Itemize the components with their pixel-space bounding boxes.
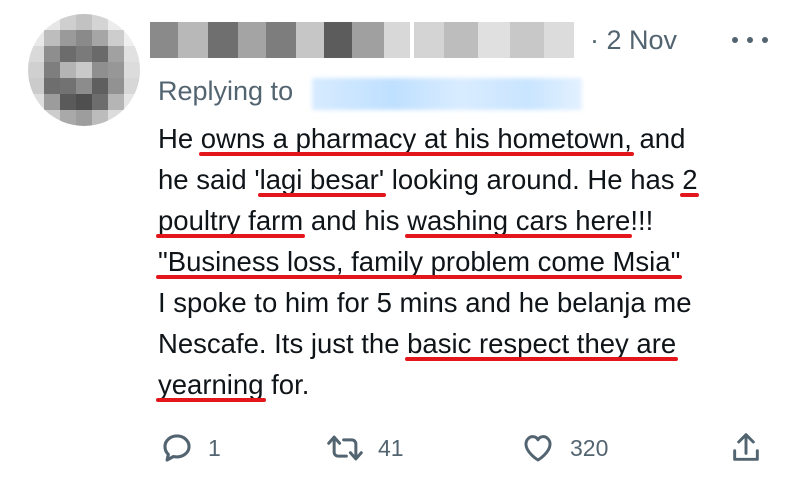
avatar-pixel: [124, 110, 140, 126]
avatar-pixel: [44, 110, 60, 126]
avatar-pixel: [76, 110, 92, 126]
tweet-text-line: yearning for.: [158, 364, 778, 405]
tweet-text-line: poultry farm and his washing cars here!!…: [158, 200, 778, 241]
text-segment: He: [158, 123, 201, 154]
avatar-pixel: [92, 110, 108, 126]
underlined-text: 2: [682, 164, 698, 195]
tweet-text-line: Nescafe. Its just the basic respect they…: [158, 323, 778, 364]
avatar-pixel: [28, 62, 44, 78]
underlined-text: washing cars here: [407, 205, 631, 236]
avatar-pixel: [92, 14, 108, 30]
avatar-pixel: [28, 14, 44, 30]
avatar-pixel: [124, 46, 140, 62]
underlined-text: owns a pharmacy at his hometown,: [200, 123, 632, 154]
replying-to-handle-blurred[interactable]: [312, 78, 582, 110]
display-name-blurred[interactable]: [150, 22, 410, 58]
tweet: · 2 Nov Replying to He owns a pharmacy a…: [0, 0, 800, 492]
avatar-pixel: [76, 94, 92, 110]
underlined-text: yearning: [158, 369, 264, 400]
share-icon: [730, 430, 762, 466]
avatar-pixel: [28, 94, 44, 110]
avatar-pixel: [92, 46, 108, 62]
avatar-pixel: [124, 94, 140, 110]
avatar-pixel: [124, 30, 140, 46]
avatar-pixel: [28, 110, 44, 126]
replying-to-label: Replying to: [158, 76, 294, 106]
reply-icon: [160, 431, 194, 465]
text-segment: Nescafe. Its just the: [158, 328, 408, 359]
text-segment: and his: [303, 205, 408, 236]
text-segment: I spoke to him for 5 mins and he belanja…: [158, 287, 692, 318]
tweet-text-line: I spoke to him for 5 mins and he belanja…: [158, 282, 778, 323]
avatar-pixel: [60, 94, 76, 110]
avatar-pixel: [44, 78, 60, 94]
avatar-pixel: [44, 14, 60, 30]
avatar-pixel: [108, 46, 124, 62]
avatar-pixel: [92, 62, 108, 78]
avatar-pixel: [60, 30, 76, 46]
text-segment: for.: [263, 369, 310, 400]
avatar-pixel: [60, 46, 76, 62]
avatar-pixel: [28, 30, 44, 46]
avatar-pixel: [44, 46, 60, 62]
text-segment: looking around. He has: [384, 164, 683, 195]
reply-count: 1: [208, 434, 221, 461]
handle-blurred[interactable]: [414, 22, 574, 58]
tweet-text-line: "Business loss, family problem come Msia…: [158, 241, 778, 282]
avatar-pixel: [44, 30, 60, 46]
heart-icon: [520, 431, 556, 465]
text-segment: he said ': [158, 164, 260, 195]
avatar-pixel: [108, 30, 124, 46]
avatar[interactable]: [28, 14, 140, 126]
avatar-pixel: [44, 62, 60, 78]
avatar-pixel: [76, 46, 92, 62]
avatar-pixel: [124, 14, 140, 30]
share-button[interactable]: [730, 428, 762, 468]
like-button[interactable]: 320: [520, 428, 608, 468]
avatar-pixel: [76, 78, 92, 94]
tweet-text-line: he said 'lagi besar' looking around. He …: [158, 159, 778, 200]
text-segment: !!!: [630, 205, 654, 236]
avatar-pixel: [92, 94, 108, 110]
reply-button[interactable]: 1: [160, 428, 221, 468]
avatar-pixel: [108, 14, 124, 30]
avatar-pixel: [108, 78, 124, 94]
avatar-pixel: [76, 14, 92, 30]
avatar-pixel: [108, 110, 124, 126]
avatar-pixel: [108, 94, 124, 110]
avatar-pixel: [28, 46, 44, 62]
avatar-pixel: [124, 62, 140, 78]
retweet-count: 41: [378, 434, 404, 461]
underlined-text: "Business loss, family problem come Msia…: [158, 246, 681, 277]
underlined-text: poultry farm: [158, 205, 304, 236]
avatar-pixel: [44, 94, 60, 110]
avatar-pixel: [76, 62, 92, 78]
avatar-pixel: [76, 30, 92, 46]
underlined-text: basic respect they are: [407, 328, 677, 359]
avatar-pixel: [60, 14, 76, 30]
retweet-button[interactable]: 41: [326, 428, 404, 468]
avatar-pixel: [108, 62, 124, 78]
tweet-date[interactable]: · 2 Nov: [590, 25, 677, 56]
underlined-text: lagi besar': [259, 164, 385, 195]
avatar-pixel: [60, 110, 76, 126]
avatar-pixel: [92, 30, 108, 46]
retweet-icon: [326, 431, 364, 465]
like-count: 320: [570, 434, 609, 461]
more-icon[interactable]: [732, 28, 768, 52]
avatar-pixel: [124, 78, 140, 94]
action-bar: 1 41 320: [0, 428, 800, 468]
text-segment: and: [631, 123, 686, 154]
tweet-text: He owns a pharmacy at his hometown, and h…: [158, 118, 778, 405]
avatar-pixel: [92, 78, 108, 94]
avatar-pixel: [60, 62, 76, 78]
avatar-pixel: [28, 78, 44, 94]
avatar-pixel: [60, 78, 76, 94]
tweet-text-line: He owns a pharmacy at his hometown, and: [158, 118, 778, 159]
